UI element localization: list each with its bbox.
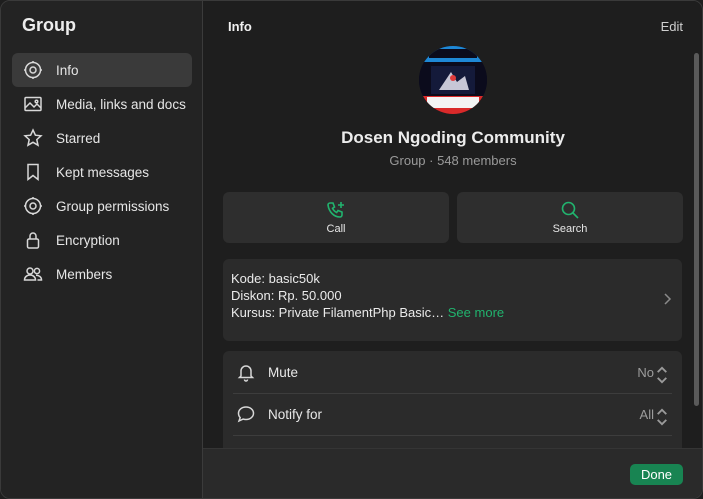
call-button[interactable]: Call xyxy=(223,192,449,243)
people-icon xyxy=(22,263,44,285)
sidebar-item-label: Group permissions xyxy=(56,198,170,214)
sidebar-item-members[interactable]: Members xyxy=(12,257,192,291)
search-icon xyxy=(561,201,579,219)
group-avatar[interactable] xyxy=(419,46,487,114)
footer-bar: Done xyxy=(203,448,702,498)
sidebar-item-info[interactable]: Info xyxy=(12,53,192,87)
mute-setting[interactable]: Mute No xyxy=(223,351,682,393)
sidebar: Group Info Media, links and docs Starred xyxy=(1,1,203,498)
group-member-count: Group · 548 members xyxy=(389,153,517,168)
sidebar-item-encryption[interactable]: Encryption xyxy=(12,223,192,257)
info-panel: Info Edit Dosen Ngoding Community Group … xyxy=(203,1,702,498)
info-gear-icon xyxy=(22,59,44,81)
phone-plus-icon xyxy=(327,202,344,218)
search-button[interactable]: Search xyxy=(457,192,683,243)
call-label: Call xyxy=(326,223,346,235)
group-description[interactable]: Kode: basic50k Diskon: Rp. 50.000 Kursus… xyxy=(223,259,682,341)
scrollbar[interactable] xyxy=(694,53,699,406)
sidebar-item-starred[interactable]: Starred xyxy=(12,121,192,155)
updown-chevron-icon xyxy=(657,366,667,384)
done-button[interactable]: Done xyxy=(630,464,683,485)
sidebar-item-label: Starred xyxy=(56,130,101,146)
image-icon xyxy=(22,93,44,115)
sidebar-item-label: Kept messages xyxy=(56,164,150,180)
chat-bubble-icon xyxy=(236,404,256,424)
sidebar-item-label: Media, links and docs xyxy=(56,96,186,112)
sidebar-item-label: Encryption xyxy=(56,232,120,248)
group-name: Dosen Ngoding Community xyxy=(341,128,565,147)
bookmark-icon xyxy=(22,161,44,183)
search-label: Search xyxy=(552,223,588,235)
sidebar-item-group-permissions[interactable]: Group permissions xyxy=(12,189,192,223)
panel-title: Info xyxy=(228,19,252,34)
sidebar-title: Group xyxy=(22,15,76,35)
updown-chevron-icon xyxy=(657,408,667,426)
sidebar-nav: Info Media, links and docs Starred Kept … xyxy=(12,53,192,291)
notify-for-setting[interactable]: Notify for All xyxy=(223,393,682,435)
group-info-window: Group Info Media, links and docs Starred xyxy=(0,0,703,499)
lock-icon xyxy=(22,229,44,251)
edit-button[interactable]: Edit xyxy=(661,19,683,34)
star-icon xyxy=(22,127,44,149)
see-more-link[interactable]: See more xyxy=(448,305,504,320)
sidebar-item-media[interactable]: Media, links and docs xyxy=(12,87,192,121)
description-line: Kursus: Private FilamentPhp Basic… See m… xyxy=(231,304,682,321)
description-line: Diskon: Rp. 50.000 xyxy=(231,288,342,303)
bell-icon xyxy=(236,362,256,382)
setting-label: Mute xyxy=(268,364,299,380)
setting-label: Notify for xyxy=(268,406,323,422)
sidebar-item-label: Members xyxy=(56,266,113,282)
chevron-right-icon xyxy=(664,293,672,305)
gear-icon xyxy=(22,195,44,217)
sidebar-item-kept-messages[interactable]: Kept messages xyxy=(12,155,192,189)
sidebar-item-label: Info xyxy=(56,62,79,78)
description-line: Kode: basic50k xyxy=(231,271,320,286)
description-text: Kursus: Private FilamentPhp Basic… xyxy=(231,305,445,320)
